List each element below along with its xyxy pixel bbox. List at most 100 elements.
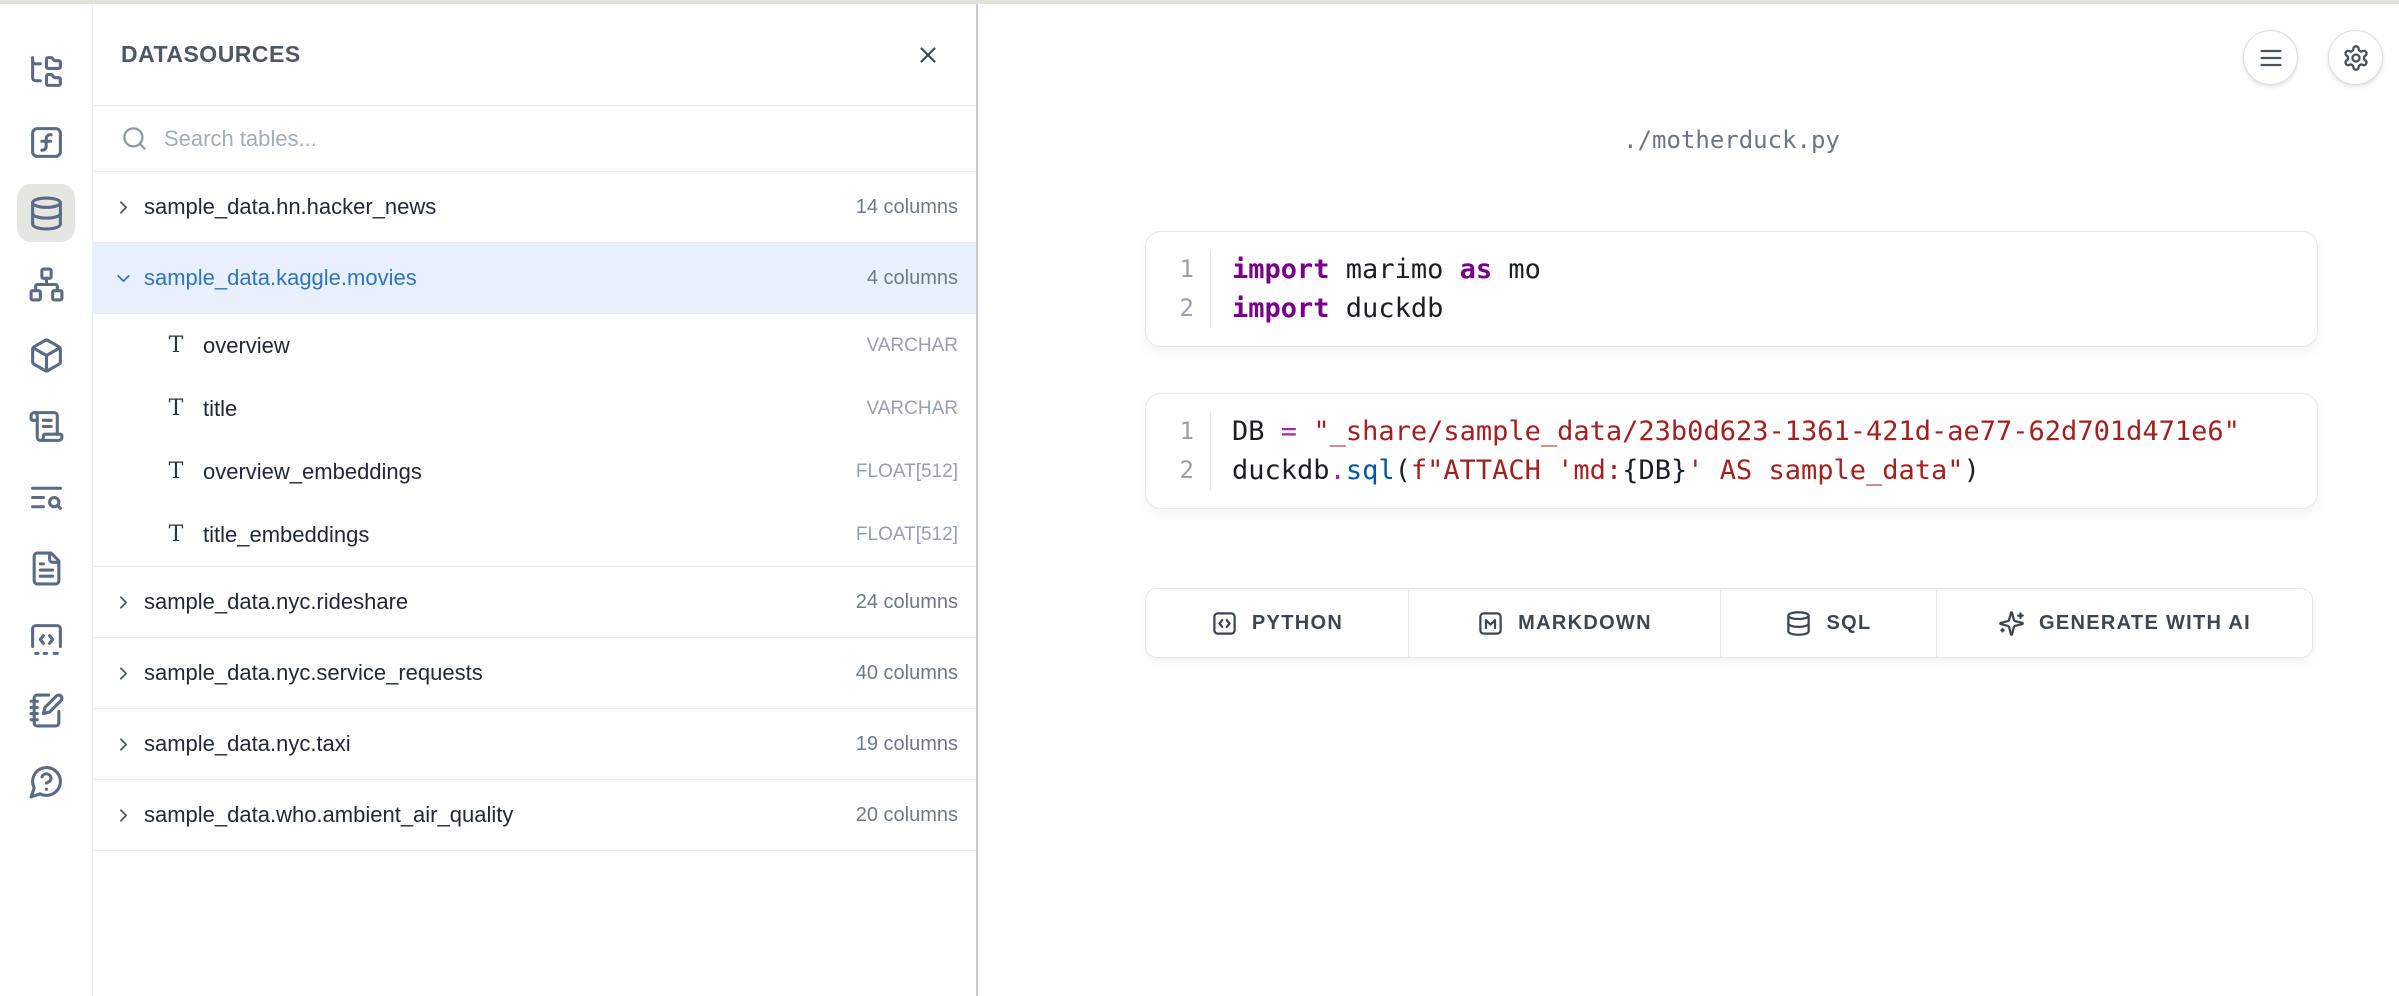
button-label: GENERATE WITH AI bbox=[2039, 612, 2251, 635]
button-label: MARKDOWN bbox=[1518, 612, 1652, 635]
table-columns-count: 24 columns bbox=[856, 591, 958, 614]
chevron-right-icon bbox=[113, 592, 134, 613]
column-row[interactable]: Ttitle_embeddings FLOAT[512] bbox=[93, 503, 976, 566]
type-text-icon: T bbox=[165, 396, 187, 421]
panel-title: DATASOURCES bbox=[121, 41, 301, 68]
column-row[interactable]: TtitleVARCHAR bbox=[93, 377, 976, 440]
code-text: import marimo as mo bbox=[1211, 250, 1541, 289]
sidebar-item-dependencies[interactable] bbox=[17, 255, 75, 313]
column-type: VARCHAR bbox=[867, 335, 959, 357]
column-row[interactable]: Toverview_embeddingsFLOAT[512] bbox=[93, 440, 976, 503]
column-type: VARCHAR bbox=[867, 398, 959, 420]
chevron-right-icon bbox=[113, 197, 134, 218]
chevron-right-icon bbox=[113, 734, 134, 755]
chevron-down-icon bbox=[113, 268, 134, 289]
chevron-right-icon bbox=[113, 197, 134, 218]
settings-button[interactable] bbox=[2328, 30, 2383, 85]
sparkles-icon bbox=[1998, 610, 2025, 637]
chevron-right-icon bbox=[113, 663, 134, 684]
sidebar-item-files[interactable] bbox=[17, 42, 75, 100]
type-text-icon: T bbox=[165, 333, 187, 358]
code-square-dashed-icon bbox=[28, 621, 65, 658]
sidebar-item-datasources[interactable] bbox=[17, 184, 75, 242]
line-number: 1 bbox=[1146, 412, 1211, 451]
sidebar-item-snippets[interactable] bbox=[17, 610, 75, 668]
code-text: duckdb.sql(f"ATTACH 'md:{DB}' AS sample_… bbox=[1211, 451, 1980, 490]
database-icon bbox=[1785, 610, 1812, 637]
sidebar-item-logs[interactable] bbox=[17, 397, 75, 455]
column-type: FLOAT[512] bbox=[856, 461, 958, 483]
table-name: sample_data.nyc.taxi bbox=[144, 731, 351, 757]
activity-sidebar bbox=[0, 4, 92, 996]
add-markdown-cell-button[interactable]: MARKDOWN bbox=[1409, 589, 1721, 657]
tables-list: sample_data.hn.hacker_news14 columnssamp… bbox=[93, 172, 976, 996]
chevron-right-icon bbox=[113, 805, 134, 826]
column-type: FLOAT[512] bbox=[856, 524, 958, 546]
table-row[interactable]: sample_data.nyc.taxi 19 columns bbox=[93, 709, 976, 780]
datasources-panel: DATASOURCES sample_data.hn.hacker_news 14… bbox=[92, 4, 978, 996]
code-square-icon bbox=[1211, 610, 1238, 637]
close-icon bbox=[915, 42, 941, 68]
line-number: 2 bbox=[1146, 451, 1211, 490]
add-sql-cell-button[interactable]: SQL bbox=[1721, 589, 1937, 657]
add-python-cell-button[interactable]: PYTHON bbox=[1146, 589, 1409, 657]
chevron-right-icon bbox=[113, 663, 134, 684]
sidebar-item-tracing[interactable] bbox=[17, 468, 75, 526]
generate-with-ai-button[interactable]: GENERATE WITH AI bbox=[1937, 589, 2312, 657]
add-cell-toolbar: PYTHON MARKDOWN SQL GENERATE WITH AI bbox=[1145, 588, 2313, 658]
chevron-down-icon bbox=[113, 268, 134, 289]
sidebar-item-scratchpad[interactable] bbox=[17, 681, 75, 739]
markdown-square-icon bbox=[1477, 610, 1504, 637]
search-input[interactable] bbox=[164, 126, 948, 152]
notebook-pen-icon bbox=[28, 692, 65, 729]
table-columns-count: 4 columns bbox=[867, 267, 958, 290]
app-window: DATASOURCES sample_data.hn.hacker_news14… bbox=[0, 0, 2399, 996]
box-icon bbox=[28, 337, 65, 374]
table-name: sample_data.hn.hacker_news bbox=[144, 194, 436, 220]
search-icon bbox=[121, 125, 148, 152]
button-label: PYTHON bbox=[1252, 612, 1343, 635]
table-columns-count: 40 columns bbox=[856, 662, 958, 685]
table-columns-count: 14 columns bbox=[856, 196, 958, 219]
table-name: sample_data.nyc.service_requests bbox=[144, 660, 483, 686]
datasources-panel-header: DATASOURCES bbox=[93, 4, 976, 106]
database-icon bbox=[28, 195, 65, 232]
code-cell[interactable]: 1DB = "_share/sample_data/23b0d623-1361-… bbox=[1145, 393, 2318, 509]
column-row[interactable]: Toverview VARCHAR bbox=[93, 314, 976, 377]
sidebar-item-help[interactable] bbox=[17, 752, 75, 810]
sidebar-item-functions[interactable] bbox=[17, 113, 75, 171]
table-row[interactable]: sample_data.kaggle.movies4 columns bbox=[93, 243, 976, 314]
table-row[interactable]: sample_data.nyc.service_requests 40 colum… bbox=[93, 638, 976, 709]
table-name: sample_data.nyc.rideshare bbox=[144, 589, 408, 615]
column-name: overview bbox=[203, 333, 290, 359]
notebook-filename: ./motherduck.py bbox=[1145, 126, 2318, 154]
message-circle-question-icon bbox=[28, 763, 65, 800]
button-label: SQL bbox=[1826, 612, 1871, 635]
function-square-icon bbox=[28, 124, 65, 161]
folder-tree-icon bbox=[28, 53, 65, 90]
table-columns-count: 20 columns bbox=[856, 804, 958, 827]
table-row[interactable]: sample_data.who.ambient_air_quality 20 co… bbox=[93, 780, 976, 851]
type-text-icon: T bbox=[165, 522, 187, 547]
code-text: DB = "_share/sample_data/23b0d623-1361-4… bbox=[1211, 412, 2240, 451]
table-row[interactable]: sample_data.nyc.rideshare 24 columns bbox=[93, 567, 976, 638]
network-icon bbox=[28, 266, 65, 303]
scroll-text-icon bbox=[28, 408, 65, 445]
code-line: 1import marimo as mo bbox=[1146, 250, 2317, 289]
table-search-bar bbox=[93, 106, 976, 172]
line-number: 1 bbox=[1146, 250, 1211, 289]
notebook-content: ./motherduck.py 1import marimo as mo2imp… bbox=[1145, 4, 2318, 996]
sidebar-item-packages[interactable] bbox=[17, 326, 75, 384]
table-row[interactable]: sample_data.hn.hacker_news 14 columns bbox=[93, 172, 976, 243]
chevron-right-icon bbox=[113, 592, 134, 613]
code-line: 2duckdb.sql(f"ATTACH 'md:{DB}' AS sample… bbox=[1146, 451, 2317, 490]
file-text-icon bbox=[28, 550, 65, 587]
chevron-right-icon bbox=[113, 805, 134, 826]
line-number: 2 bbox=[1146, 289, 1211, 328]
column-name: title_embeddings bbox=[203, 522, 369, 548]
table-name: sample_data.who.ambient_air_quality bbox=[144, 802, 513, 828]
table-columns-count: 19 columns bbox=[856, 733, 958, 756]
code-cell[interactable]: 1import marimo as mo2import duckdb bbox=[1145, 231, 2318, 347]
sidebar-item-documentation[interactable] bbox=[17, 539, 75, 597]
close-panel-button[interactable] bbox=[908, 35, 948, 75]
